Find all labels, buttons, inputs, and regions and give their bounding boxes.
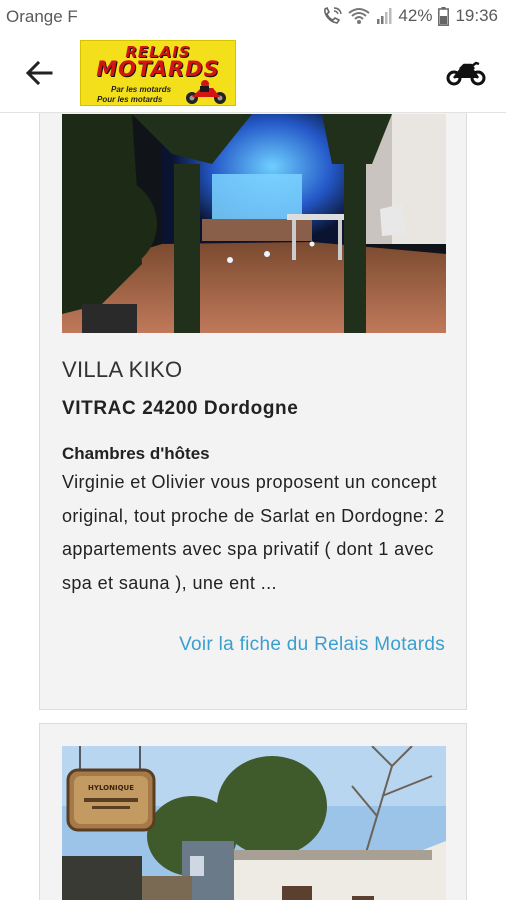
listing-location: VITRAC 24200 Dordogne <box>62 398 299 419</box>
app-bar: RELAIS MOTARDS Par les motards Pour les … <box>0 34 506 113</box>
view-listing-link[interactable]: Voir la fiche du Relais Motards <box>179 634 445 656</box>
logo-motorcycle-icon <box>186 80 226 104</box>
status-bar: Orange F 42% 19:36 <box>0 0 506 34</box>
relais-motards-logo[interactable]: RELAIS MOTARDS Par les motards Pour les … <box>80 40 236 106</box>
logo-tagline1: Par les motards <box>111 85 172 94</box>
logo-tagline2: Pour les motards <box>97 95 163 104</box>
listing-type: Chambres d'hôtes <box>62 444 210 463</box>
villa-spa-photo <box>62 114 446 333</box>
listing-description: Virginie et Olivier vous proposent un co… <box>62 472 445 593</box>
listing-card[interactable]: VILLA KIKO VITRAC 24200 Dordogne Chambre… <box>39 113 467 710</box>
logo-line2: MOTARDS <box>96 57 220 81</box>
western-house-photo: HYLONIQUE <box>62 746 446 900</box>
listing-name: VILLA KIKO <box>62 357 183 382</box>
carrier-label: Orange F <box>6 7 78 26</box>
sign-text: HYLONIQUE <box>88 784 134 792</box>
status-icons: 42% 19:36 <box>322 6 498 26</box>
wifi-icon <box>348 8 371 24</box>
motorcycle-icon[interactable] <box>446 58 486 88</box>
listing-card[interactable]: HYLONIQUE <box>39 723 467 900</box>
signal-icon <box>377 8 392 24</box>
listing-photo[interactable] <box>62 114 446 333</box>
call-wifi-icon <box>324 7 343 24</box>
clock: 19:36 <box>455 6 498 25</box>
listing-photo[interactable]: HYLONIQUE <box>62 746 446 900</box>
battery-icon <box>438 6 450 26</box>
back-arrow-icon[interactable] <box>22 56 56 90</box>
listings-scroll-area[interactable]: VILLA KIKO VITRAC 24200 Dordogne Chambre… <box>0 113 506 900</box>
battery-percent: 42% <box>398 6 433 25</box>
